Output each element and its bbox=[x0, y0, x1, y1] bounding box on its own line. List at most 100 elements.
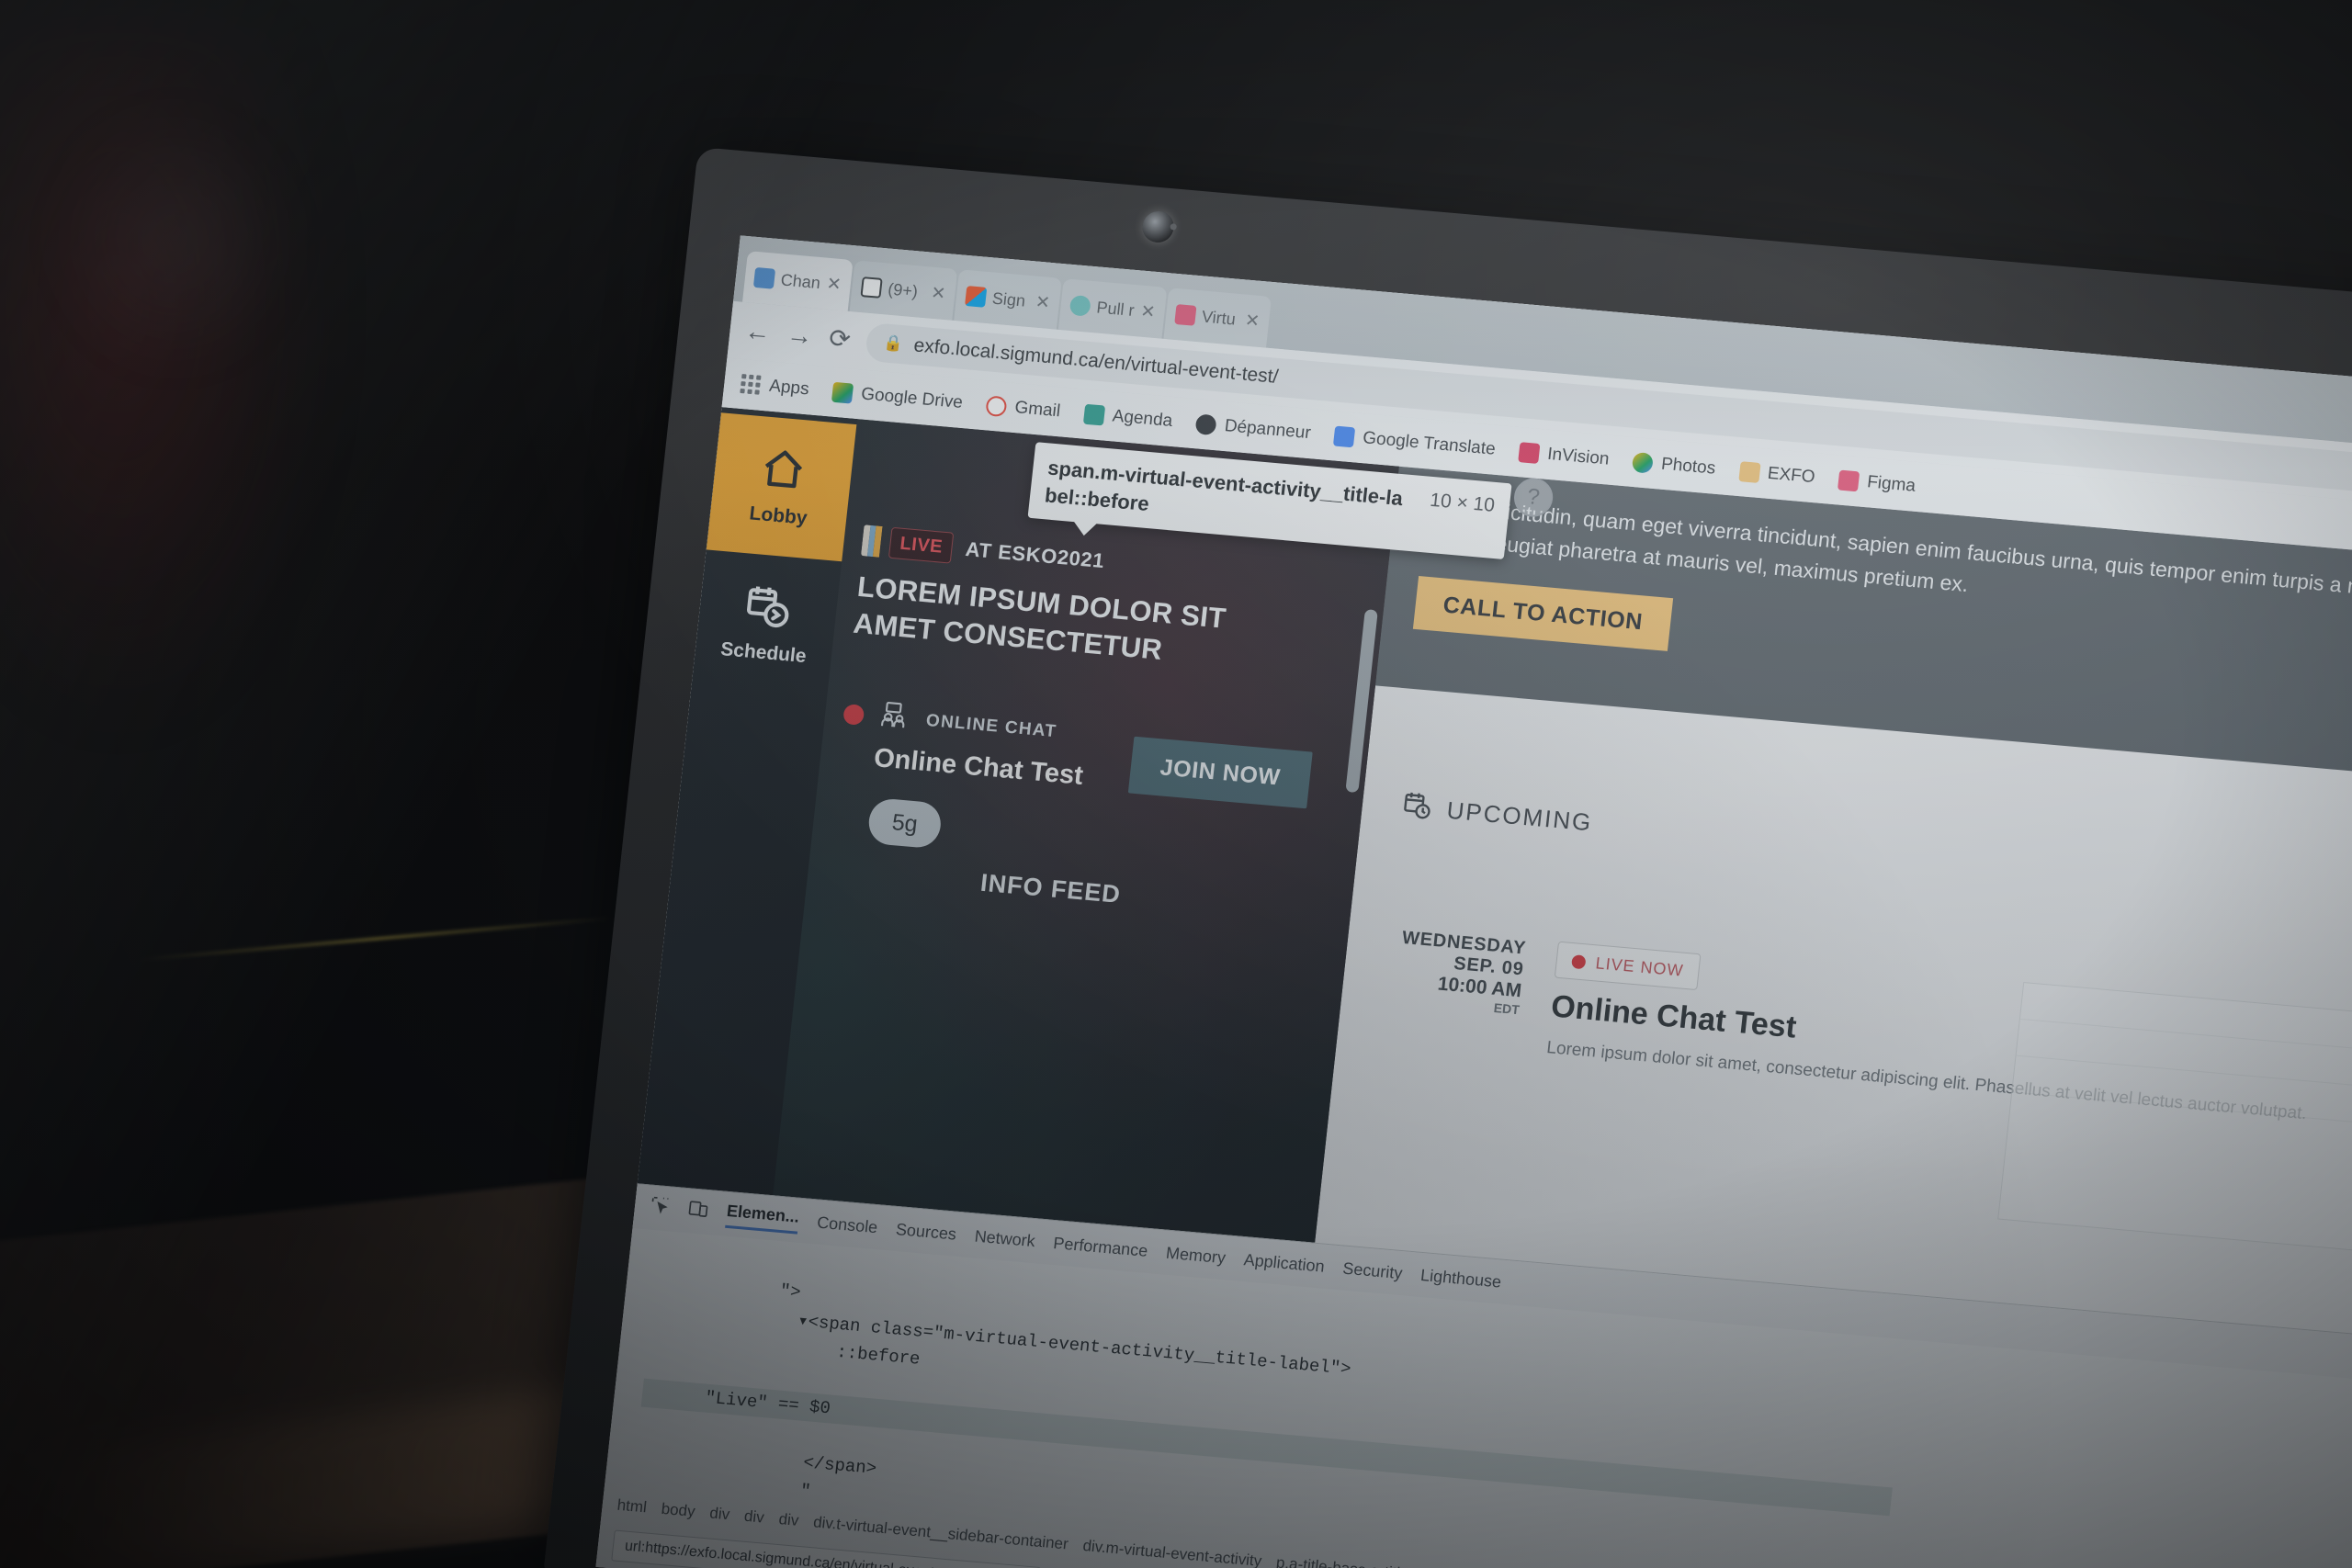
dom-line: " bbox=[757, 1477, 812, 1502]
bookmark-label: Figma bbox=[1866, 472, 1917, 496]
apps-grid-icon bbox=[740, 374, 762, 396]
bookmark-label: Gmail bbox=[1013, 398, 1062, 422]
event-date-column: WEDNESDAY SEP. 09 10:00 AM EDT bbox=[1377, 927, 1527, 1058]
bookmark-apps[interactable]: Apps bbox=[740, 374, 810, 400]
back-icon[interactable]: ← bbox=[743, 316, 772, 346]
breadcrumb-activity[interactable]: div.m-virtual-event-activity bbox=[1082, 1537, 1263, 1568]
close-icon[interactable]: ✕ bbox=[1139, 300, 1156, 322]
bookmark-label: Agenda bbox=[1111, 406, 1174, 432]
call-to-action-button[interactable]: CALL TO ACTION bbox=[1412, 576, 1673, 651]
bookmark-label: InVision bbox=[1546, 444, 1611, 469]
bookmark-label: Photos bbox=[1660, 454, 1717, 479]
bookmark-label: EXFO bbox=[1766, 463, 1816, 488]
close-icon[interactable]: ✕ bbox=[930, 282, 946, 304]
close-icon[interactable]: ✕ bbox=[826, 273, 842, 295]
devtools-tab-console[interactable]: Console bbox=[816, 1213, 878, 1237]
bookmark-google-translate[interactable]: Google Translate bbox=[1333, 425, 1497, 460]
breadcrumb-html[interactable]: html bbox=[616, 1496, 648, 1517]
tab-label: Virtu bbox=[1201, 307, 1237, 329]
forward-icon[interactable]: → bbox=[786, 320, 814, 350]
tab-sign[interactable]: Sign ✕ bbox=[954, 269, 1062, 330]
gmail-icon bbox=[985, 395, 1008, 418]
breadcrumb-div-3[interactable]: div bbox=[778, 1510, 800, 1530]
webcam-indicator-icon bbox=[1170, 223, 1178, 231]
devtools-tab-elements[interactable]: Elemen... bbox=[725, 1201, 801, 1235]
close-icon[interactable]: ✕ bbox=[1035, 291, 1051, 313]
laptop-screen: Virtu ✕ wind ✕ Musi ✕ S bbox=[595, 235, 2352, 1568]
devtools-tab-network[interactable]: Network bbox=[974, 1226, 1036, 1251]
count-pill: 5g bbox=[866, 797, 944, 850]
live-badge: LIVE bbox=[888, 526, 955, 564]
breadcrumb-div-2[interactable]: div bbox=[743, 1507, 765, 1528]
bookmark-exfo[interactable]: EXFO bbox=[1737, 461, 1816, 488]
drive-icon bbox=[831, 381, 854, 404]
live-now-badge: LIVE NOW bbox=[1554, 941, 1702, 991]
devtools-tab-security[interactable]: Security bbox=[1341, 1258, 1404, 1283]
live-stripes-icon bbox=[860, 525, 883, 558]
tab-label: Sign bbox=[991, 288, 1027, 310]
upcoming-header: UPCOMING bbox=[1401, 790, 1594, 840]
bookmark-google-drive[interactable]: Google Drive bbox=[831, 381, 964, 413]
devtools-tab-sources[interactable]: Sources bbox=[895, 1220, 957, 1245]
upcoming-label: UPCOMING bbox=[1445, 795, 1594, 837]
chat-kind-label: ONLINE CHAT bbox=[924, 710, 1058, 742]
bookmark-depanneur[interactable]: Dépanneur bbox=[1194, 413, 1312, 444]
figma-icon bbox=[1838, 469, 1860, 492]
reload-icon[interactable]: ⟳ bbox=[828, 323, 853, 354]
lock-icon: 🔒 bbox=[882, 333, 904, 354]
bookmark-label: Dépanneur bbox=[1223, 416, 1312, 444]
sidebar-item-schedule[interactable]: Schedule bbox=[692, 549, 842, 698]
bookmark-label: Google Drive bbox=[860, 384, 964, 413]
main-content-panel: Duis sollicitudin, quam eget viverra tin… bbox=[1315, 466, 2352, 1337]
notion-icon bbox=[860, 276, 883, 299]
chrome-browser-window: Virtu ✕ wind ✕ Musi ✕ S bbox=[595, 235, 2352, 1568]
sidebar-item-label: Schedule bbox=[719, 638, 808, 668]
circle-s-icon bbox=[1194, 413, 1218, 436]
github-icon bbox=[1069, 294, 1091, 317]
event-body: span.m-virtual-event-activity__title-la … bbox=[830, 437, 1555, 908]
virtual-event-sidebar: Lobby Schedule span.m-virtual-event-acti… bbox=[637, 407, 1555, 1243]
tab-label: Chan bbox=[779, 269, 821, 292]
live-dot-icon bbox=[1571, 953, 1587, 969]
bookmark-gmail[interactable]: Gmail bbox=[985, 395, 1061, 422]
bookmark-agenda[interactable]: Agenda bbox=[1082, 403, 1174, 432]
calendar-icon bbox=[1082, 403, 1106, 426]
device-toolbar-icon[interactable] bbox=[686, 1198, 709, 1225]
breadcrumb-body[interactable]: body bbox=[661, 1500, 696, 1521]
figma-icon bbox=[1174, 303, 1197, 326]
bookmark-label: Google Translate bbox=[1362, 428, 1497, 459]
dom-line: ::before bbox=[773, 1337, 922, 1371]
bookmark-photos[interactable]: Photos bbox=[1632, 451, 1717, 479]
slack-icon bbox=[752, 266, 776, 289]
translate-icon bbox=[1333, 425, 1356, 448]
laptop: Virtu ✕ wind ✕ Musi ✕ S bbox=[543, 147, 2352, 1568]
bookmark-label: Apps bbox=[768, 376, 810, 400]
tab-chan[interactable]: Chan ✕ bbox=[742, 251, 854, 311]
devtools-tab-memory[interactable]: Memory bbox=[1165, 1243, 1227, 1268]
live-now-label: LIVE NOW bbox=[1594, 953, 1685, 980]
tooltip-arrow-icon bbox=[1071, 521, 1098, 537]
at-event-label: AT ESKO2021 bbox=[964, 537, 1106, 573]
devtools-tab-performance[interactable]: Performance bbox=[1052, 1234, 1149, 1261]
tab-notion[interactable]: (9+) ✕ bbox=[849, 260, 958, 321]
tab-pull-request[interactable]: Pull r ✕ bbox=[1057, 278, 1168, 339]
tab-virtual-event[interactable]: Virtu ✕ bbox=[1163, 288, 1272, 348]
sidebar-item-lobby[interactable]: Lobby bbox=[706, 412, 857, 562]
exfo-icon bbox=[1737, 461, 1761, 483]
bookmark-invision[interactable]: InVision bbox=[1518, 442, 1611, 469]
invision-icon bbox=[1518, 442, 1541, 464]
microsoft-icon bbox=[964, 286, 988, 308]
breadcrumb-div-1[interactable]: div bbox=[708, 1504, 730, 1524]
inspect-dimensions: 10 × 10 bbox=[1429, 489, 1497, 516]
cursor-select-icon[interactable] bbox=[648, 1195, 671, 1223]
photos-icon bbox=[1632, 451, 1655, 474]
devtools-tab-application[interactable]: Application bbox=[1243, 1250, 1326, 1277]
sidebar-item-label: Lobby bbox=[748, 502, 808, 529]
bookmark-figma[interactable]: Figma bbox=[1838, 469, 1917, 497]
devtools-tab-lighthouse[interactable]: Lighthouse bbox=[1419, 1266, 1502, 1292]
inspect-selector-line2: bel::before bbox=[1043, 483, 1150, 515]
dom-line: </span> bbox=[760, 1449, 878, 1480]
tab-label: (9+) bbox=[887, 279, 920, 300]
calendar-clock-icon bbox=[1401, 790, 1434, 827]
close-icon[interactable]: ✕ bbox=[1244, 310, 1261, 332]
